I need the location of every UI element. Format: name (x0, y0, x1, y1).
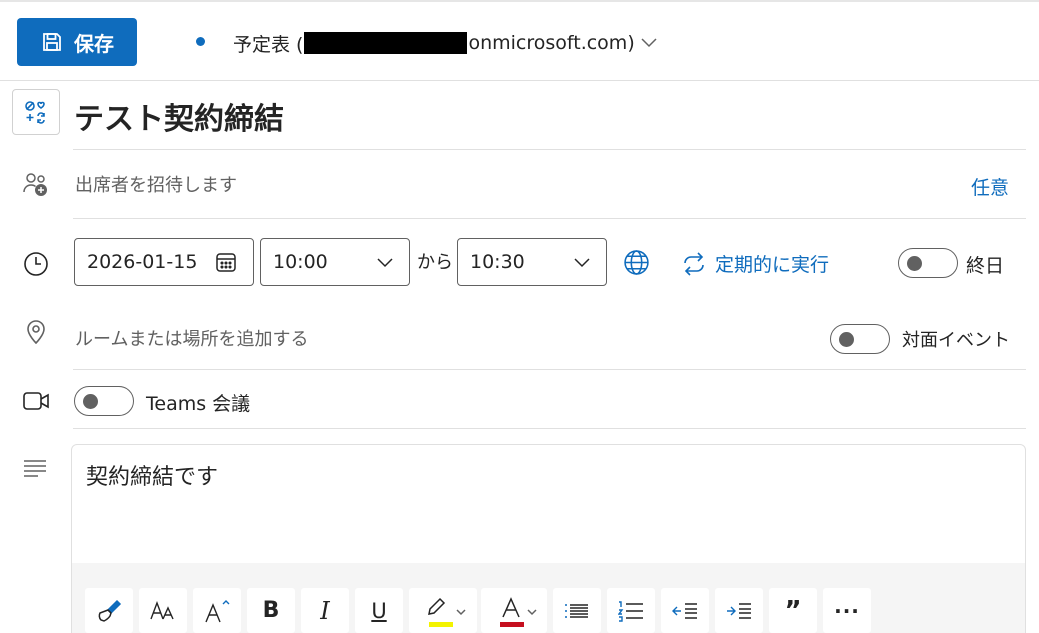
more-icon[interactable]: ··· (823, 588, 871, 633)
people-add-icon (22, 170, 50, 198)
calendar-selector[interactable]: 予定表 ( onmicrosoft.com) (233, 30, 635, 56)
underline-icon[interactable]: U (355, 588, 403, 633)
redacted-account (304, 32, 468, 54)
all-day-toggle[interactable] (898, 248, 958, 278)
top-border (0, 0, 1039, 2)
calendar-color-dot (196, 37, 205, 46)
repeat-icon (681, 251, 707, 277)
location-icon (22, 318, 50, 346)
header-divider (0, 80, 1039, 81)
italic-icon[interactable]: I (301, 588, 349, 633)
save-icon (40, 30, 64, 54)
end-time-select[interactable]: 10:30 (457, 238, 607, 286)
font-color-icon[interactable] (481, 588, 547, 633)
time-range-separator: から (417, 252, 453, 273)
toggle-knob (83, 394, 98, 409)
in-person-label: 対面イベント (902, 330, 1010, 351)
in-person-toggle[interactable] (830, 324, 890, 354)
grow-font-icon[interactable] (193, 588, 241, 633)
all-day-label: 終日 (966, 255, 1005, 277)
title-divider (73, 149, 1026, 150)
decrease-indent-icon[interactable] (661, 588, 709, 633)
teams-meeting-toggle[interactable] (74, 386, 134, 416)
chevron-down-icon (572, 252, 592, 272)
bold-icon[interactable]: B (247, 588, 295, 633)
event-title-input[interactable]: テスト契約締結 (74, 94, 284, 138)
calendar-suffix: onmicrosoft.com) (468, 32, 635, 54)
calendar-icon[interactable] (215, 251, 237, 273)
bullets-icon[interactable] (553, 588, 601, 633)
globe-icon[interactable] (623, 249, 650, 276)
text-description-icon (22, 456, 48, 480)
chevron-down-icon (375, 252, 395, 272)
format-painter-icon[interactable] (85, 588, 133, 633)
end-time-value: 10:30 (470, 251, 525, 273)
teams-meeting-label: Teams 会議 (146, 393, 251, 415)
start-time-value: 10:00 (273, 251, 328, 273)
highlight-icon[interactable] (409, 588, 477, 633)
save-button[interactable]: 保存 (17, 18, 137, 66)
save-label: 保存 (74, 31, 114, 56)
teams-divider (73, 428, 1026, 429)
recurrence-button[interactable]: 定期的に実行 (681, 250, 829, 277)
event-body-text[interactable]: 契約締結です (86, 459, 218, 491)
attendees-input[interactable]: 出席者を招待します (75, 171, 237, 197)
toggle-knob (907, 256, 922, 271)
category-button[interactable] (12, 89, 60, 135)
quote-icon[interactable]: ” (769, 588, 817, 633)
clock-icon (22, 250, 50, 278)
increase-indent-icon[interactable] (715, 588, 763, 633)
video-icon (22, 387, 50, 415)
location-divider (73, 369, 1026, 370)
numbering-icon[interactable] (607, 588, 655, 633)
date-value: 2026-01-15 (87, 251, 198, 273)
font-size-icon[interactable] (139, 588, 187, 633)
chevron-down-icon[interactable] (640, 33, 658, 51)
attendees-divider (73, 218, 1026, 219)
emoji-icon (23, 99, 49, 125)
start-time-select[interactable]: 10:00 (260, 238, 410, 286)
calendar-prefix: 予定表 ( (233, 33, 304, 56)
location-input[interactable]: ルームまたは場所を追加する (75, 325, 308, 351)
recurrence-label: 定期的に実行 (715, 254, 830, 276)
date-picker[interactable]: 2026-01-15 (74, 238, 254, 286)
optional-attendees-link[interactable]: 任意 (971, 173, 1009, 200)
toggle-knob (839, 332, 854, 347)
